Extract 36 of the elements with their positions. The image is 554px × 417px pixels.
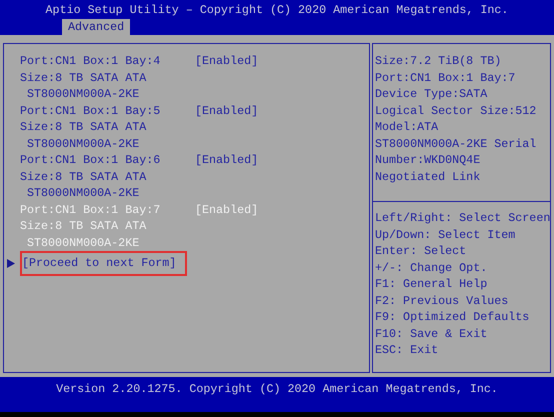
- drive-port-label[interactable]: Port:CN1 Box:1 Bay:6: [20, 152, 195, 168]
- help-text: Device Type:SATA: [375, 86, 488, 102]
- drive-port-label[interactable]: Port:CN1 Box:1 Bay:4: [20, 53, 195, 70]
- help-text: Negotiated Link: [375, 168, 482, 185]
- help-text: Model:ATA: [375, 119, 440, 136]
- drive-model-text: ST8000NM000A-2KE: [26, 136, 140, 152]
- help-text: Logical Sector Size:512: [375, 102, 538, 119]
- help-text: Port:CN1 Box:1 Bay:7: [375, 70, 516, 86]
- help-text: ST8000NM000A-2KE Serial: [375, 136, 538, 152]
- help-text: Number:WKD0NQ4E: [375, 152, 482, 168]
- key-hint: F9: Optimized Defaults: [375, 309, 530, 326]
- triangle-icon: [7, 258, 15, 268]
- key-hint: ESC: Exit: [375, 342, 440, 358]
- drive-size-text: Size:8 TB SATA ATA: [20, 119, 146, 136]
- drive-model-text: ST8000NM000A-2KE: [26, 86, 140, 102]
- key-hint: F2: Previous Values: [375, 292, 510, 309]
- drive-model-text: ST8000NM000A-2KE: [26, 185, 140, 202]
- drive-value[interactable]: [Enabled]: [195, 53, 258, 70]
- drive-size-text: Size:8 TB SATA ATA: [20, 218, 146, 234]
- key-hint: +/-: Change Opt.: [375, 260, 488, 276]
- key-hint: F1: General Help: [375, 276, 488, 292]
- drive-model-text: ST8000NM000A-2KE: [26, 234, 140, 251]
- drive-size-text: Size:8 TB SATA ATA: [20, 70, 146, 86]
- drive-value[interactable]: [Enabled]: [195, 102, 258, 119]
- proceed-link[interactable]: [Proceed to next Form]: [20, 251, 188, 276]
- drive-value[interactable]: [Enabled]: [195, 152, 258, 168]
- help-text: Size:7.2 TiB(8 TB): [375, 53, 502, 70]
- key-hint: Enter: Select: [375, 243, 468, 260]
- drive-port-label[interactable]: Port:CN1 Box:1 Bay:5: [20, 102, 195, 119]
- window-title: Aptio Setup Utility – Copyright (C) 2020 American Megatrends, Inc.: [46, 2, 508, 18]
- key-hint: Left/Right: Select Screen: [375, 210, 550, 226]
- key-hint: F10: Save & Exit: [375, 326, 488, 342]
- version-text: Version 2.20.1275. Copyright (C) 2020 American Megatrends, Inc.: [56, 381, 498, 398]
- key-hint: Up/Down: Select Item: [375, 226, 516, 243]
- menu-tab[interactable]: Advanced: [62, 18, 130, 36]
- drive-size-text: Size:8 TB SATA ATA: [20, 168, 146, 185]
